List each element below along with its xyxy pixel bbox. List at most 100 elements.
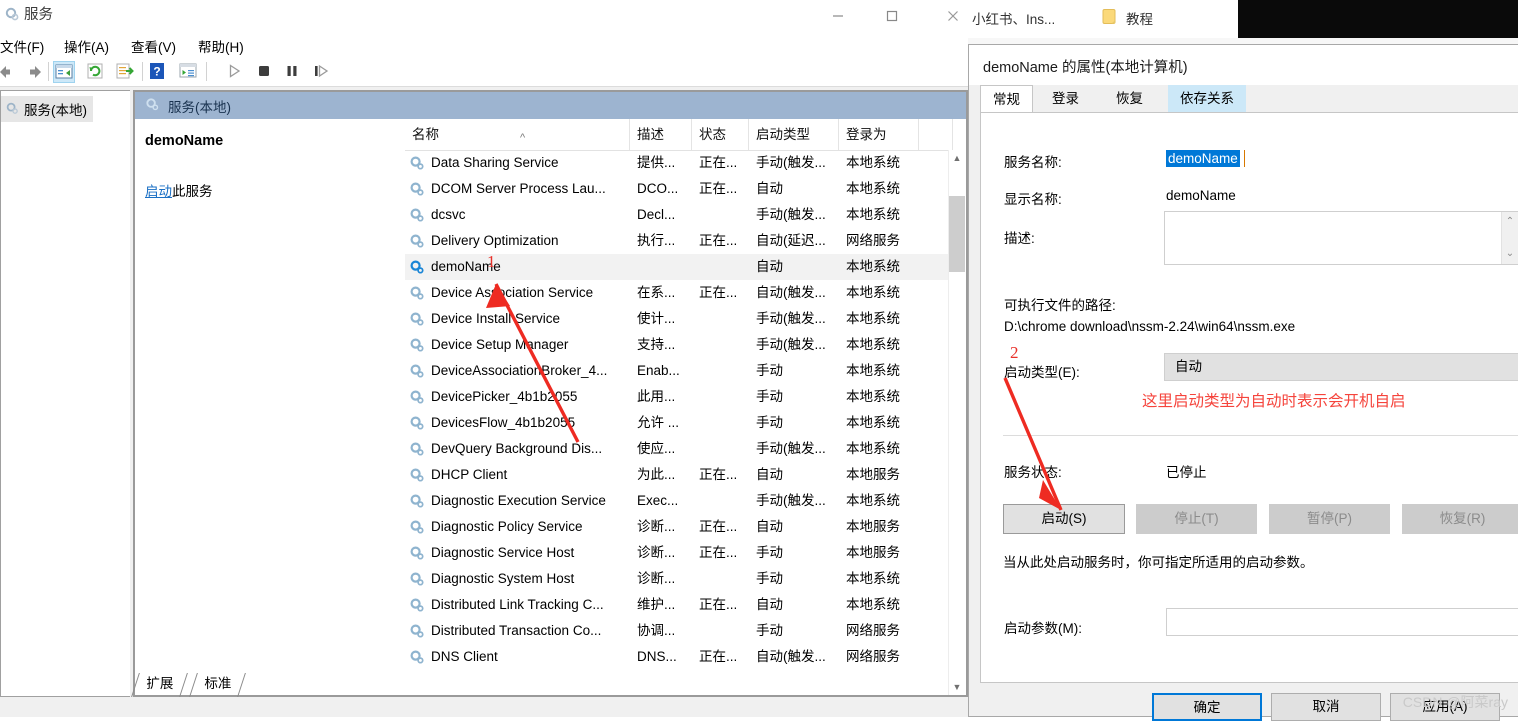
cell-startup-type: 手动 xyxy=(756,415,783,430)
start-service-link[interactable]: 启动 xyxy=(145,184,172,199)
cell-name: Diagnostic Policy Service xyxy=(431,519,583,534)
start-service-link-suffix: 此服务 xyxy=(172,184,213,199)
cell-description: Exec... xyxy=(637,493,679,508)
table-row[interactable]: Delivery Optimization 执行... 正在... 自动(延迟... 网… xyxy=(405,228,966,254)
table-row[interactable]: DevicePicker_4b1b2055 此用... 手动 本地系统 xyxy=(405,384,966,410)
table-row[interactable]: DevQuery Background Dis... 使应... 手动(触发... 本… xyxy=(405,436,966,462)
minimize-button[interactable] xyxy=(815,0,861,31)
cell-startup-type: 自动(触发... xyxy=(756,649,826,664)
annotation-marker-2: 2 xyxy=(1010,343,1019,362)
table-row[interactable]: Device Association Service 在系... 正在... 自动(触… xyxy=(405,280,966,306)
tree-pane: 服务(本地) xyxy=(0,90,130,697)
details-service-name: demoName xyxy=(145,133,224,149)
cell-name: DevicePicker_4b1b2055 xyxy=(431,389,578,404)
bookmark-tutorial[interactable]: 教程 xyxy=(1126,8,1153,28)
start-button[interactable]: 启动(S) xyxy=(1003,504,1125,534)
tab-recovery[interactable]: 恢复 xyxy=(1104,85,1155,113)
table-row[interactable]: DeviceAssociationBroker_4... Enab... 手动 本地系… xyxy=(405,358,966,384)
listview-scrollbar[interactable]: ▲ ▼ xyxy=(948,150,966,695)
services-listview[interactable]: 名称 ^ 描述 状态 启动类型 登录为 Data Sharing Service… xyxy=(405,119,966,695)
table-row[interactable]: DevicesFlow_4b1b2055 允许 ... 手动 本地系统 xyxy=(405,410,966,436)
tree-item-services-local[interactable]: 服务(本地) xyxy=(1,96,93,122)
resume-button[interactable]: 恢复(R) xyxy=(1402,504,1518,534)
table-row[interactable]: Device Install Service 使计... 手动(触发... 本地系统 xyxy=(405,306,966,332)
startup-type-select[interactable]: 自动 xyxy=(1164,353,1518,381)
description-textarea[interactable] xyxy=(1164,211,1518,265)
properties-icon[interactable] xyxy=(178,61,200,83)
restart-service-icon[interactable] xyxy=(311,61,333,83)
column-header-status[interactable]: 状态 xyxy=(692,119,749,150)
show-hide-tree-icon[interactable] xyxy=(53,61,75,83)
table-row[interactable]: Diagnostic Execution Service Exec... 手动(触发… xyxy=(405,488,966,514)
cell-name: Data Sharing Service xyxy=(431,155,559,170)
pause-button[interactable]: 暂停(P) xyxy=(1269,504,1390,534)
back-icon[interactable] xyxy=(0,61,14,83)
scroll-down-icon[interactable]: ⌄ xyxy=(1502,246,1518,262)
cell-description: 此用... xyxy=(637,389,676,404)
cell-description xyxy=(630,254,692,280)
cell-log-on-as: 网络服务 xyxy=(846,233,900,248)
tab-extended[interactable]: 扩展 xyxy=(131,673,188,697)
table-row[interactable]: Diagnostic Policy Service 诊断... 正在... 自动 本地服… xyxy=(405,514,966,540)
cell-status xyxy=(692,566,749,592)
executable-path-value: D:\chrome download\nssm-2.24\win64\nssm.… xyxy=(1004,319,1296,334)
scrollbar-thumb[interactable] xyxy=(949,196,965,272)
maximize-button[interactable] xyxy=(869,0,915,31)
cell-name: Delivery Optimization xyxy=(431,233,559,248)
pause-service-icon[interactable] xyxy=(282,61,304,83)
cell-name: DNS Client xyxy=(431,649,498,664)
column-header-startup-type[interactable]: 启动类型 xyxy=(749,119,839,150)
refresh-icon[interactable] xyxy=(85,61,107,83)
start-service-icon[interactable] xyxy=(224,61,246,83)
cell-description: 维护... xyxy=(637,597,676,612)
content-header: 服务(本地) xyxy=(135,92,966,119)
cell-log-on-as: 本地系统 xyxy=(846,597,900,612)
cell-log-on-as: 本地系统 xyxy=(846,571,900,586)
cell-status: 正在... xyxy=(699,233,738,248)
start-params-input[interactable] xyxy=(1166,608,1518,636)
table-row[interactable]: Data Sharing Service 提供... 正在... 手动(触发... 本地… xyxy=(405,150,966,176)
table-row[interactable]: DCOM Server Process Lau... DCO... 正在... 自动 本… xyxy=(405,176,966,202)
help-icon[interactable]: ? xyxy=(147,61,169,83)
menubar: 文件(F) 操作(A) 查看(V) 帮助(H) xyxy=(0,33,968,58)
scroll-up-icon[interactable]: ⌃ xyxy=(1502,214,1518,230)
tab-log-on[interactable]: 登录 xyxy=(1040,85,1091,113)
table-row[interactable]: dcsvc Decl... 手动(触发... 本地系统 xyxy=(405,202,966,228)
menu-help[interactable]: 帮助(H) xyxy=(192,34,250,58)
table-row[interactable]: Distributed Link Tracking C... 维护... 正在...… xyxy=(405,592,966,618)
menu-action[interactable]: 操作(A) xyxy=(58,34,115,58)
tab-dependencies[interactable]: 依存关系 xyxy=(1168,85,1246,113)
cell-status: 正在... xyxy=(699,285,738,300)
menu-file[interactable]: 文件(F) xyxy=(0,34,50,58)
column-header-log-on-as[interactable]: 登录为 xyxy=(839,119,919,150)
cell-log-on-as: 本地系统 xyxy=(846,389,900,404)
stop-button[interactable]: 停止(T) xyxy=(1136,504,1257,534)
export-list-icon[interactable] xyxy=(115,61,137,83)
menu-view[interactable]: 查看(V) xyxy=(125,34,182,58)
cell-startup-type: 自动 xyxy=(756,597,783,612)
table-row[interactable]: DNS Client DNS... 正在... 自动(触发... 网络服务 xyxy=(405,644,966,670)
tab-general[interactable]: 常规 xyxy=(980,85,1033,113)
scroll-up-icon[interactable]: ▲ xyxy=(949,150,965,166)
cell-description: 提供... xyxy=(637,155,676,170)
forward-icon[interactable] xyxy=(26,61,48,83)
tab-standard[interactable]: 标准 xyxy=(189,673,246,697)
cell-log-on-as: 本地系统 xyxy=(846,285,900,300)
cell-description: DNS... xyxy=(637,649,677,664)
bookmark-xiaohongshu[interactable]: 小红书、Ins... xyxy=(972,8,1055,28)
desktop-background xyxy=(1238,0,1518,38)
table-row[interactable]: DHCP Client 为此... 正在... 自动 本地服务 xyxy=(405,462,966,488)
table-row[interactable]: Diagnostic Service Host 诊断... 正在... 手动 本地服务 xyxy=(405,540,966,566)
cell-log-on-as: 网络服务 xyxy=(846,623,900,638)
cell-name: Distributed Transaction Co... xyxy=(431,623,602,638)
column-header-description[interactable]: 描述 xyxy=(630,119,692,150)
table-row[interactable]: Distributed Transaction Co... 协调... 手动 网络服务 xyxy=(405,618,966,644)
table-row[interactable]: Diagnostic System Host 诊断... 手动 本地系统 xyxy=(405,566,966,592)
table-row[interactable]: Device Setup Manager 支持... 手动(触发... 本地系统 xyxy=(405,332,966,358)
stop-service-icon[interactable] xyxy=(254,61,276,83)
description-scrollbar[interactable]: ⌃ ⌄ xyxy=(1501,212,1518,264)
column-header-name[interactable]: 名称 ^ xyxy=(405,119,630,150)
cell-description: 执行... xyxy=(637,233,676,248)
service-status-value: 已停止 xyxy=(1166,465,1207,480)
content-header-label: 服务(本地) xyxy=(168,99,231,115)
